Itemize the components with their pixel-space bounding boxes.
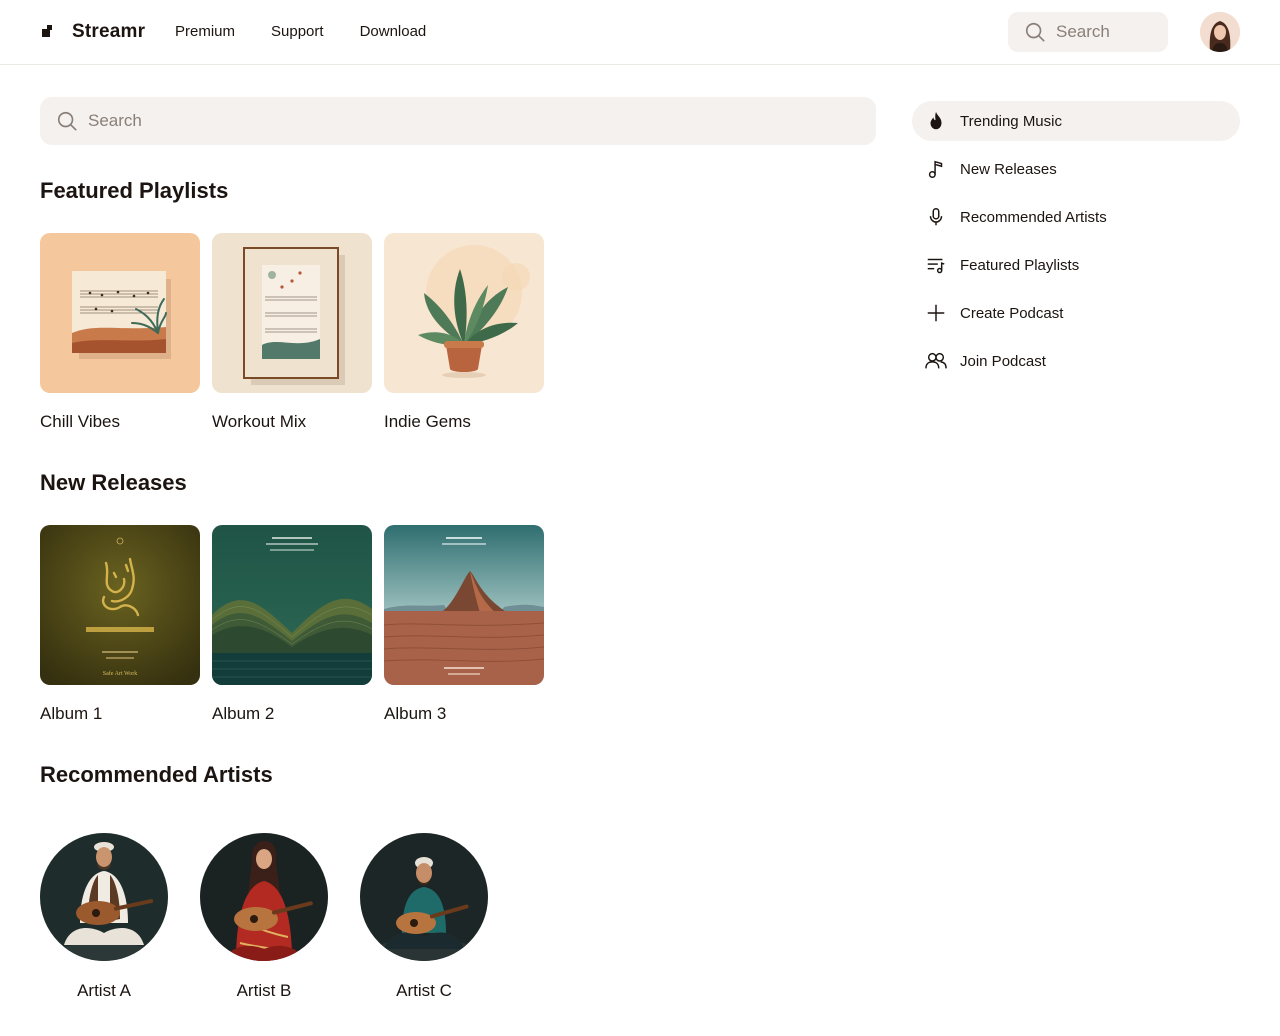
playlist-title: Chill Vibes xyxy=(40,412,121,431)
album-title: Album 2 xyxy=(212,704,275,723)
flame-icon xyxy=(924,109,948,133)
nav-links: Premium Support Download xyxy=(175,23,462,40)
album-card-2[interactable]: Album 2 xyxy=(212,525,372,724)
search-icon xyxy=(57,111,77,131)
logo-mark-icon xyxy=(40,25,54,39)
logo[interactable]: Streamr xyxy=(40,20,145,44)
playlist-title: Indie Gems xyxy=(384,412,471,431)
search-icon xyxy=(1025,22,1045,42)
artist-card-a[interactable]: Artist A xyxy=(40,833,168,1001)
sidebar-item-label: Recommended Artists xyxy=(960,208,1107,226)
plus-icon xyxy=(924,301,948,325)
playlist-cover xyxy=(212,233,372,393)
sidebar-item-join-podcast[interactable]: Join Podcast xyxy=(912,341,1240,381)
album-cover xyxy=(212,525,372,685)
album-cover: Safe Art Work xyxy=(40,525,200,685)
artist-name: Artist C xyxy=(396,981,452,1000)
playlist-card-workout-mix[interactable]: Workout Mix xyxy=(212,233,372,432)
album-card-1[interactable]: Safe Art Work Album 1 xyxy=(40,525,200,724)
sidebar: Trending Music New Releases Recommended … xyxy=(912,101,1240,389)
nav-link-support[interactable]: Support xyxy=(271,23,324,40)
sidebar-item-label: Join Podcast xyxy=(960,352,1046,370)
artist-name: Artist B xyxy=(236,981,292,1000)
sidebar-item-featured-playlists[interactable]: Featured Playlists xyxy=(912,245,1240,285)
playlist-card-indie-gems[interactable]: Indie Gems xyxy=(384,233,544,432)
artist-card-b[interactable]: Artist B xyxy=(200,833,328,1001)
music-note-icon xyxy=(924,157,948,181)
nav-link-download[interactable]: Download xyxy=(360,23,427,40)
album-card-3[interactable]: Album 3 xyxy=(384,525,544,724)
artist-card-c[interactable]: Artist C xyxy=(360,833,488,1001)
main-search-input[interactable]: Search xyxy=(40,97,876,145)
app-name: Streamr xyxy=(72,21,146,42)
album-art-text: Safe Art Work xyxy=(103,670,137,677)
nav-link-premium[interactable]: Premium xyxy=(175,23,235,40)
sidebar-item-label: Create Podcast xyxy=(960,304,1064,322)
featured-playlists-heading: Featured Playlists xyxy=(40,178,229,203)
artist-photo xyxy=(200,833,328,961)
sidebar-item-label: Trending Music xyxy=(960,112,1062,130)
sidebar-item-new-releases[interactable]: New Releases xyxy=(912,149,1240,189)
sidebar-item-trending-music[interactable]: Trending Music xyxy=(912,101,1240,141)
artist-photo xyxy=(360,833,488,961)
top-navigation: Streamr Premium Support Download Search xyxy=(0,0,1280,65)
users-icon xyxy=(924,349,948,373)
album-title: Album 3 xyxy=(384,704,447,723)
new-releases-heading: New Releases xyxy=(40,470,187,495)
top-search-input[interactable]: Search xyxy=(1008,12,1168,52)
sidebar-item-label: New Releases xyxy=(960,160,1057,178)
recommended-artists-heading: Recommended Artists xyxy=(40,762,273,787)
main-search-placeholder: Search xyxy=(88,111,142,130)
playlist-title: Workout Mix xyxy=(212,412,307,431)
playlist-card-chill-vibes[interactable]: Chill Vibes xyxy=(40,233,200,432)
playlist-cover xyxy=(40,233,200,393)
playlist-cover xyxy=(384,233,544,393)
sidebar-item-label: Featured Playlists xyxy=(960,256,1080,274)
album-cover xyxy=(384,525,544,685)
top-search-placeholder: Search xyxy=(1056,22,1110,41)
sidebar-item-recommended-artists[interactable]: Recommended Artists xyxy=(912,197,1240,237)
microphone-icon xyxy=(924,205,948,229)
artist-photo xyxy=(40,833,168,961)
album-title: Album 1 xyxy=(40,704,103,723)
artist-name: Artist A xyxy=(77,981,131,1000)
sidebar-item-create-podcast[interactable]: Create Podcast xyxy=(912,293,1240,333)
playlist-icon xyxy=(924,253,948,277)
user-avatar[interactable] xyxy=(1200,12,1240,52)
